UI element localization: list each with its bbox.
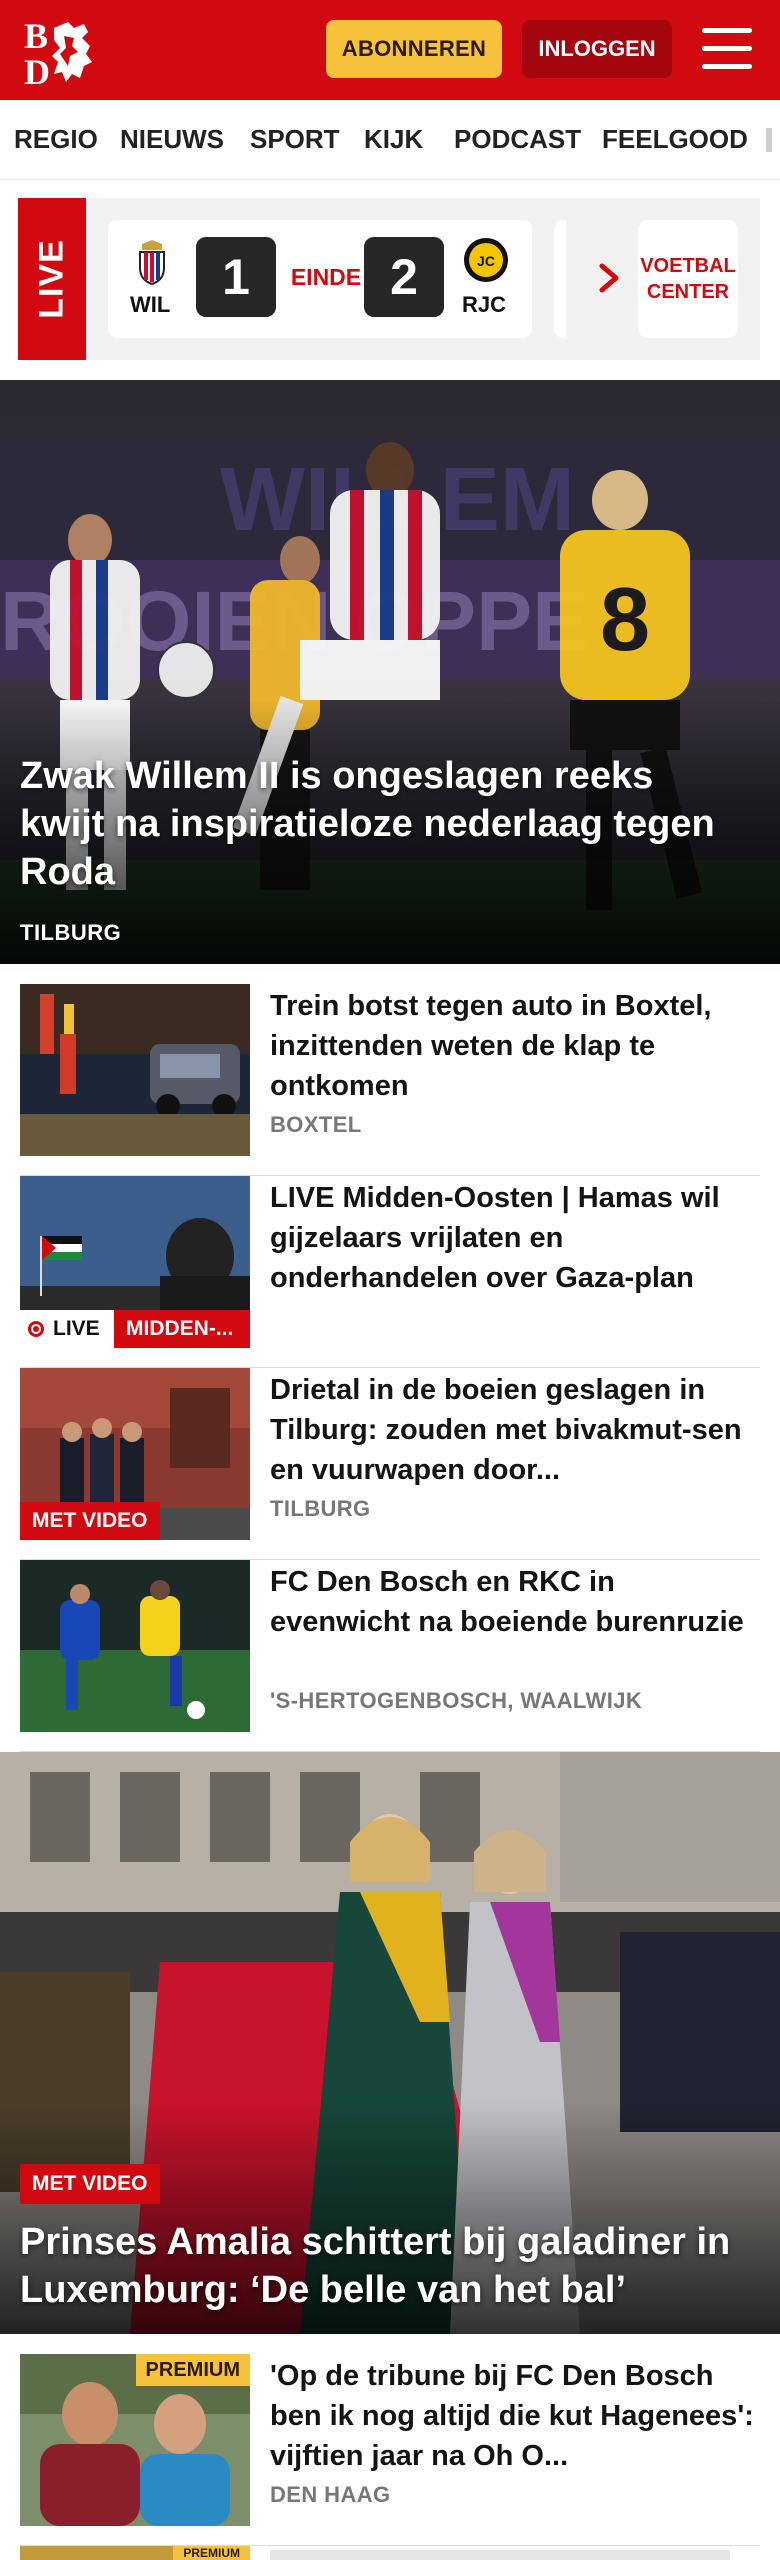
bd-logo[interactable]: B D [24, 16, 116, 92]
article-thumbnail [20, 984, 250, 1156]
football-duel-photo [20, 1560, 250, 1732]
article-row[interactable]: PREMIUM 'Op de tribune bij FC Den Bosch … [20, 2354, 760, 2546]
live-scores-strip: LIVE WIL 1 EINDE 2 JC RJC VOETBAL CENTER [18, 198, 760, 360]
article-row[interactable]: MET VIDEO Drietal in de boeien geslagen … [20, 1368, 760, 1560]
article-thumbnail [20, 1560, 250, 1732]
premium-badge: PREMIUM [135, 2354, 250, 2386]
video-badge: MET VIDEO [20, 2164, 160, 2204]
article-location: DEN HAAG [270, 2482, 391, 2507]
svg-text:D: D [24, 52, 50, 86]
hero-headline[interactable]: Zwak Willem II is ongeslagen reeks kwijt… [20, 752, 740, 896]
article-title[interactable]: 'Op de tribune bij FC Den Bosch ben ik n… [270, 2356, 760, 2476]
nav-item-podcast[interactable]: PODCAST [454, 124, 581, 155]
nav-item-feelgood[interactable]: FEELGOOD [602, 124, 748, 155]
article-row[interactable]: LIVE MIDDEN-... LIVE Midden-Oosten | Ham… [20, 1176, 760, 1368]
home-team-code: WIL [130, 292, 171, 317]
live-tab-label: LIVE [32, 239, 71, 319]
match-status: EINDE [290, 264, 362, 290]
article-row[interactable]: FC Den Bosch en RKC in evenwicht na boei… [20, 1560, 760, 1752]
hero-headline[interactable]: Prinses Amalia schittert bij galadiner i… [20, 2218, 760, 2314]
live-tab[interactable]: LIVE [18, 198, 86, 360]
nav-item-nieuws[interactable]: NIEUWS [120, 124, 224, 155]
hero-article-amalia[interactable]: MET VIDEO Prinses Amalia schittert bij g… [0, 1752, 780, 2334]
nav-item-sport[interactable]: SPORT [250, 124, 340, 155]
hero-article-willem[interactable]: WILLEM ROOIEN OPPE 8 [0, 380, 780, 964]
roda-jc-crest-icon: JC [464, 238, 508, 282]
next-article-title-peek [270, 2550, 730, 2560]
away-team-code: RJC [462, 292, 507, 317]
next-match-card-peek[interactable] [554, 220, 566, 338]
chevron-right-icon[interactable] [590, 258, 630, 298]
willem-ii-crest-icon [139, 240, 165, 286]
live-indicator-label: LIVE [53, 1317, 100, 1340]
article-thumbnail: PREMIUM [20, 2354, 250, 2526]
article-location: 'S-HERTOGENBOSCH, WAALWIJK [270, 1688, 643, 1713]
top-header: B D ABONNEREN INLOGGEN [0, 0, 780, 100]
away-score: 2 [364, 237, 444, 317]
article-title[interactable]: Trein botst tegen auto in Boxtel, inzitt… [270, 986, 760, 1106]
article-row[interactable]: Trein botst tegen auto in Boxtel, inzitt… [20, 984, 760, 1176]
article-title[interactable]: FC Den Bosch en RKC in evenwicht na boei… [270, 1562, 760, 1642]
article-location: TILBURG [270, 1496, 371, 1521]
premium-badge: PREMIUM [173, 2546, 250, 2560]
article-thumbnail: PREMIUM [20, 2546, 250, 2560]
article-thumbnail: MET VIDEO [20, 1368, 250, 1540]
home-score: 1 [196, 237, 276, 317]
article-row[interactable]: PREMIUM [20, 2546, 760, 2560]
article-location: BOXTEL [270, 1112, 362, 1137]
article-thumbnail: LIVE MIDDEN-... [20, 1176, 250, 1348]
article-title[interactable]: LIVE Midden-Oosten | Hamas wil gijzelaar… [270, 1178, 760, 1298]
article-title[interactable]: Drietal in de boeien geslagen in Tilburg… [270, 1370, 760, 1490]
svg-text:JC: JC [477, 253, 495, 269]
match-card[interactable]: WIL 1 EINDE 2 JC RJC [108, 220, 532, 338]
login-button[interactable]: INLOGGEN [522, 20, 672, 78]
hero-location: TILBURG [20, 920, 122, 945]
topic-tag: MIDDEN-... [114, 1310, 250, 1348]
live-indicator: LIVE [20, 1310, 114, 1348]
section-nav: REGIO NIEUWS SPORT KIJK PODCAST FEELGOOD [0, 100, 780, 180]
subscribe-button[interactable]: ABONNEREN [326, 20, 502, 78]
svg-text:B: B [24, 16, 48, 56]
logo-graphic: B D [24, 16, 92, 92]
live-dot-icon [28, 1321, 44, 1337]
nav-item-regio[interactable]: REGIO [14, 124, 98, 155]
voetbal-center-button[interactable]: VOETBAL CENTER [638, 220, 738, 338]
hamburger-menu-icon[interactable] [702, 28, 752, 70]
train-crash-photo [20, 984, 250, 1156]
nav-overflow-hint [766, 128, 772, 152]
video-badge: MET VIDEO [20, 1502, 160, 1540]
nav-item-kijk[interactable]: KIJK [364, 124, 423, 155]
